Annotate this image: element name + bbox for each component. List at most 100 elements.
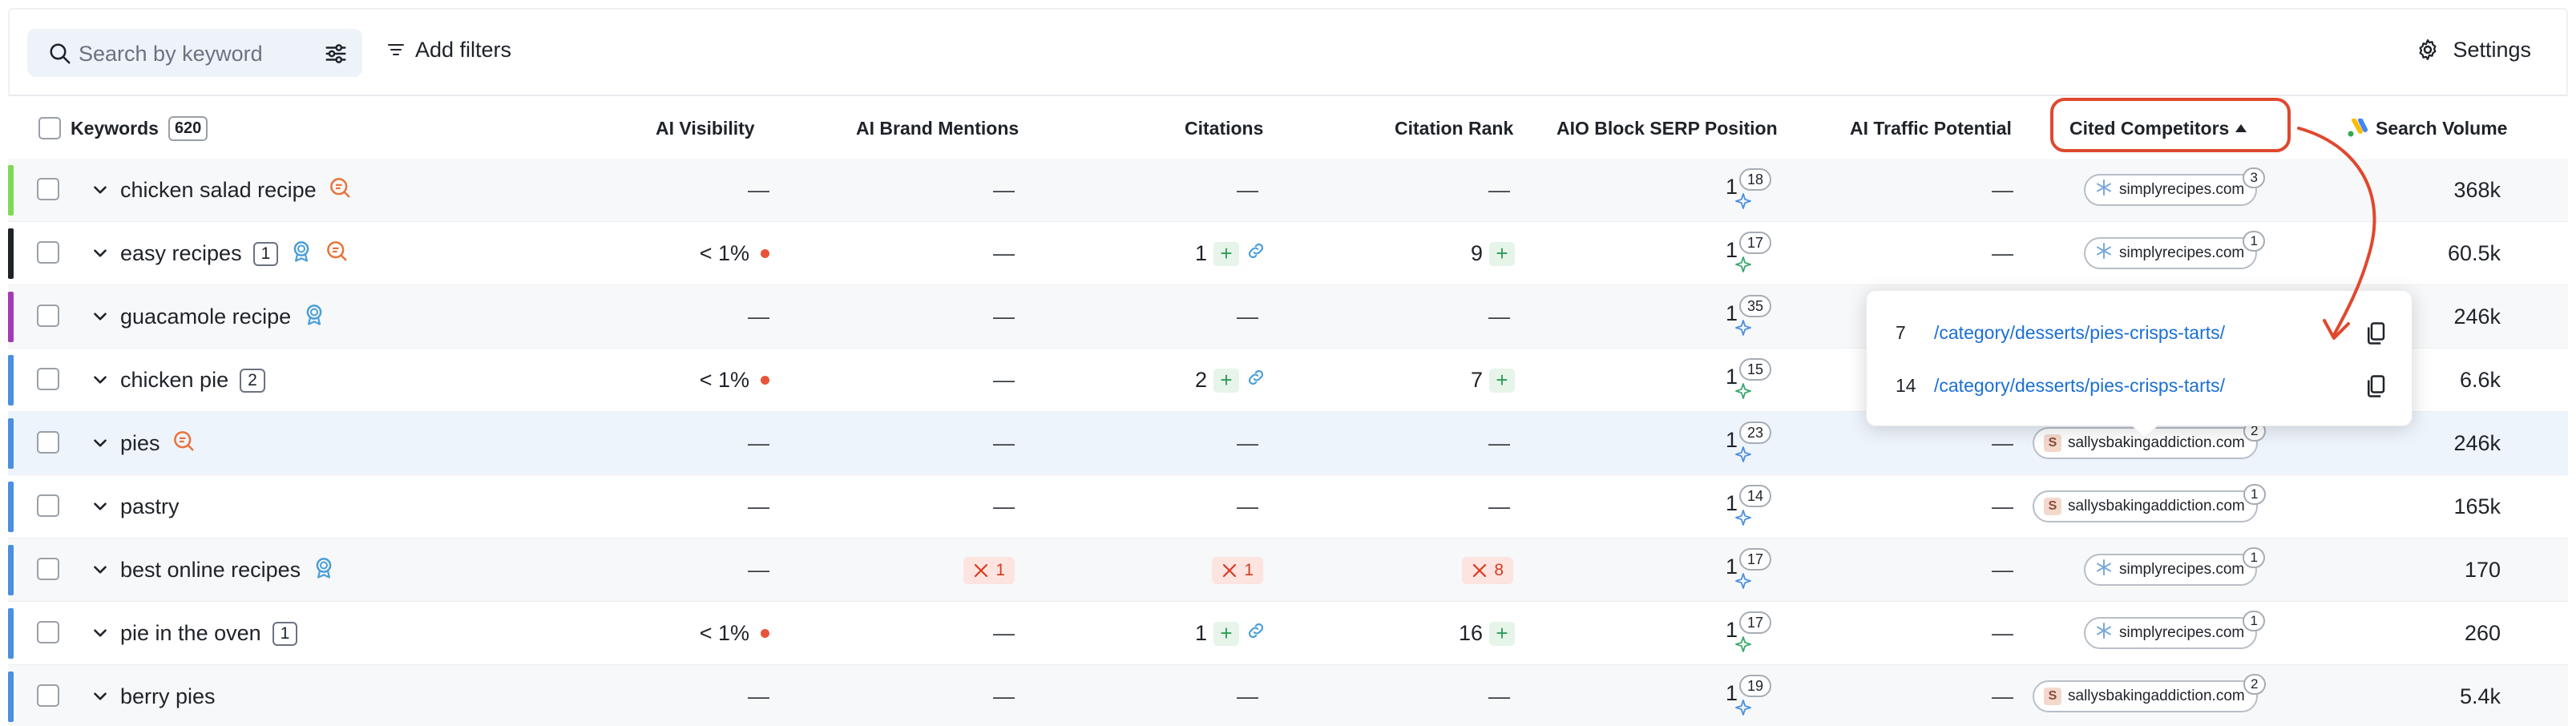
search-volume-label: Search Volume	[2376, 117, 2508, 139]
column-citation-rank[interactable]: Citation Rank	[1395, 98, 1513, 159]
copy-icon[interactable]	[2365, 321, 2386, 345]
row-checkbox[interactable]	[37, 368, 59, 390]
ai-visibility-value: —	[748, 684, 769, 708]
keyword-text[interactable]: pie in the oven	[120, 621, 261, 646]
table-row[interactable]: best online recipes —1 1 8 1 17— simplyrecipes…	[8, 538, 2568, 602]
row-checkbox[interactable]	[37, 178, 59, 200]
mentions-value: —	[993, 684, 1015, 708]
add-filters-button[interactable]: Add filters	[386, 34, 511, 66]
row-checkbox[interactable]	[37, 431, 59, 454]
expand-chevron-icon[interactable]	[90, 243, 111, 264]
keyword-text[interactable]: chicken salad recipe	[120, 178, 317, 203]
keyword-text[interactable]: best online recipes	[120, 558, 301, 583]
add-rank-button[interactable]: +	[1489, 368, 1515, 393]
expand-chevron-icon[interactable]	[90, 369, 111, 390]
expand-chevron-icon[interactable]	[90, 433, 111, 454]
row-checkbox[interactable]	[37, 241, 59, 264]
snowflake-favicon-icon	[2095, 559, 2113, 581]
ai-visibility-value: < 1%	[699, 368, 749, 392]
ai-overview-icon	[1734, 509, 1752, 526]
competitor-chip[interactable]: simplyrecipes.com 1	[2084, 611, 2266, 649]
add-rank-button[interactable]: +	[1489, 621, 1515, 646]
row-color-indicator	[8, 608, 14, 659]
table-row[interactable]: pie in the oven 1 < 1% —1 +16 +1 17— simplyreci…	[8, 602, 2568, 665]
citations-error-badge[interactable]: 1	[1212, 556, 1263, 584]
search-box[interactable]: Search by keyword	[27, 29, 362, 77]
keyword-text[interactable]: easy recipes	[120, 241, 242, 266]
table-row[interactable]: easy recipes 1 < 1% —1 +9 +1 17— simplyrecipes.…	[8, 222, 2568, 285]
column-ai-traffic-potential[interactable]: AI Traffic Potential	[1850, 98, 2012, 159]
keyword-text[interactable]: pies	[120, 431, 160, 456]
keyword-count-badge: 2	[240, 368, 265, 393]
link-icon[interactable]	[1239, 240, 1266, 267]
competitor-count-badge: 1	[2243, 231, 2266, 252]
competitor-chip[interactable]: simplyrecipes.com 1	[2084, 231, 2266, 269]
search-volume-value: 368k	[2453, 178, 2501, 202]
ai-overview-icon	[1734, 699, 1752, 716]
add-citation-button[interactable]: +	[1213, 241, 1239, 266]
popover-item-rank: 14	[1896, 374, 1916, 396]
add-citation-button[interactable]: +	[1213, 368, 1239, 393]
column-keywords[interactable]: Keywords 620	[71, 98, 208, 159]
filter-settings-icon[interactable]	[324, 42, 348, 66]
add-rank-button[interactable]: +	[1489, 241, 1515, 266]
competitor-chip[interactable]: Ssallysbakingaddiction.com 2	[2033, 674, 2266, 712]
column-ai-brand-mentions[interactable]: AI Brand Mentions	[856, 98, 1019, 159]
aio-position-cell: 1 35	[1675, 285, 1771, 349]
competitor-chip[interactable]: Ssallysbakingaddiction.com 1	[2033, 484, 2266, 522]
select-all-checkbox[interactable]	[38, 98, 61, 159]
award-icon	[312, 555, 336, 585]
ai-traffic-potential-cell: —	[1992, 665, 2013, 726]
row-checkbox[interactable]	[37, 305, 59, 327]
aio-count-badge: 35	[1739, 295, 1771, 317]
row-checkbox[interactable]	[37, 494, 59, 517]
column-citations[interactable]: Citations	[1185, 98, 1263, 159]
table-row[interactable]: chicken salad recipe — — — — 1 18 — simplyrecipe…	[8, 159, 2568, 222]
settings-button[interactable]: Settings	[2416, 34, 2531, 66]
ai-traffic-potential-cell: —	[1992, 159, 2013, 222]
competitor-count-badge: 1	[2243, 611, 2266, 631]
search-volume-value: 246k	[2453, 431, 2501, 455]
link-icon[interactable]	[1239, 620, 1266, 647]
aio-count-badge: 17	[1739, 232, 1771, 254]
search-comment-icon	[328, 175, 352, 205]
table-row[interactable]: berry pies — — — — 1 19 — Ssallysbakingaddiction…	[8, 665, 2568, 726]
expand-chevron-icon[interactable]	[90, 686, 111, 707]
search-input[interactable]: Search by keyword	[79, 42, 263, 67]
column-search-volume[interactable]: Search Volume	[2347, 98, 2507, 159]
copy-icon[interactable]	[2365, 374, 2386, 398]
sort-ascending-icon	[2235, 124, 2247, 132]
popover-item-link[interactable]: /category/desserts/pies-crisps-tarts/	[1934, 375, 2225, 397]
column-cited-competitors[interactable]: Cited Competitors	[2069, 98, 2248, 159]
competitor-chip[interactable]: simplyrecipes.com 3	[2084, 167, 2266, 206]
mentions-error-badge[interactable]: 1	[963, 556, 1015, 584]
expand-chevron-icon[interactable]	[90, 179, 111, 200]
column-aio-block-serp-position[interactable]: AIO Block SERP Position	[1557, 98, 1778, 159]
expand-chevron-icon[interactable]	[90, 496, 111, 517]
row-checkbox[interactable]	[37, 684, 59, 707]
keyword-text[interactable]: pastry	[120, 494, 180, 519]
expand-chevron-icon[interactable]	[90, 559, 111, 580]
keyword-text[interactable]: guacamole recipe	[120, 305, 291, 329]
row-color-indicator	[8, 292, 14, 342]
competitor-domain: simplyrecipes.com	[2119, 561, 2245, 578]
mentions-value: —	[993, 494, 1015, 518]
ai-visibility-cell: —	[748, 285, 769, 349]
search-volume-cell: 5.4k	[2460, 665, 2501, 726]
citation-rank-error-badge[interactable]: 8	[1462, 556, 1513, 584]
row-checkbox[interactable]	[37, 621, 59, 643]
traffic-value: —	[1992, 621, 2013, 645]
keyword-text[interactable]: berry pies	[120, 684, 216, 709]
aio-position-cell: 1 19	[1675, 665, 1771, 726]
add-citation-button[interactable]: +	[1213, 621, 1239, 646]
row-checkbox[interactable]	[37, 558, 59, 580]
link-icon[interactable]	[1239, 367, 1266, 393]
column-ai-visibility[interactable]: AI Visibility	[656, 98, 755, 159]
table-row[interactable]: pastry — — — —1 14— Ssallysbakingaddiction.com…	[8, 475, 2568, 538]
keyword-text[interactable]: chicken pie	[120, 368, 228, 393]
row-color-indicator	[8, 165, 14, 216]
competitor-chip[interactable]: simplyrecipes.com 1	[2084, 547, 2266, 586]
popover-item-link[interactable]: /category/desserts/pies-crisps-tarts/	[1934, 322, 2225, 344]
expand-chevron-icon[interactable]	[90, 623, 111, 643]
expand-chevron-icon[interactable]	[90, 306, 111, 327]
